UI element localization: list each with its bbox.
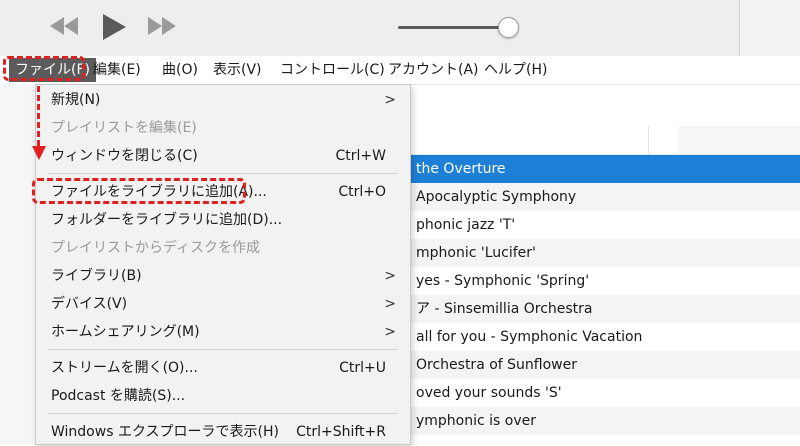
menu-item-home-sharing[interactable]: ホームシェアリング(M) > <box>36 318 410 346</box>
annotation-highlight-add-file <box>32 178 246 204</box>
menu-item-add-folder-to-library[interactable]: フォルダーをライブラリに追加(D)... <box>36 206 410 234</box>
track-row[interactable]: oved your sounds 'S' <box>410 379 800 407</box>
track-row[interactable]: mphonic 'Lucifer' <box>410 239 800 267</box>
annotation-arrow-line <box>37 86 40 146</box>
menu-view[interactable]: 表示(V) <box>213 60 262 80</box>
menu-separator <box>48 349 398 350</box>
submenu-arrow-icon: > <box>384 296 396 312</box>
menu-edit[interactable]: 編集(E) <box>93 60 141 80</box>
fast-forward-icon[interactable] <box>146 14 178 38</box>
submenu-arrow-icon: > <box>384 324 396 340</box>
rewind-icon[interactable] <box>48 14 80 38</box>
track-row[interactable]: yes - Symphonic 'Spring' <box>410 267 800 295</box>
shortcut-label: Ctrl+U <box>339 360 386 376</box>
track-row[interactable]: Apocalyptic Symphony <box>410 183 800 211</box>
shortcut-label: Ctrl+Shift+R <box>296 424 386 440</box>
menu-item-library[interactable]: ライブラリ(B) > <box>36 262 410 290</box>
player-bar <box>0 0 800 56</box>
annotation-highlight-file-menu <box>3 56 85 81</box>
menu-item-burn-playlist: プレイリストからディスクを作成 <box>51 240 261 256</box>
shortcut-label: Ctrl+O <box>338 184 386 200</box>
menu-separator <box>48 413 398 414</box>
menu-item-close-window[interactable]: ウィンドウを閉じる(C) Ctrl+W <box>36 142 410 170</box>
annotation-arrow-down-icon <box>32 146 46 160</box>
menu-item-show-in-explorer[interactable]: Windows エクスプローラで表示(H) Ctrl+Shift+R <box>36 418 410 446</box>
column-header-right <box>678 126 800 154</box>
track-row[interactable]: all for you - Symphonic Vacation <box>410 323 800 351</box>
track-row[interactable]: the Overture <box>410 155 800 183</box>
menu-controls[interactable]: コントロール(C) <box>280 60 385 80</box>
menu-item-subscribe-podcast[interactable]: Podcast を購読(S)... <box>36 382 410 410</box>
play-icon[interactable] <box>100 12 128 42</box>
submenu-arrow-icon: > <box>384 268 396 284</box>
menu-item-edit-playlist: プレイリストを編集(E) <box>51 120 197 136</box>
column-divider <box>648 126 649 154</box>
menu-help[interactable]: ヘルプ(H) <box>484 60 547 80</box>
menu-item-open-stream[interactable]: ストリームを開く(O)... Ctrl+U <box>36 354 410 382</box>
track-row[interactable]: phonic jazz 'T' <box>410 211 800 239</box>
file-menu-dropdown: 新規(N) > プレイリストを編集(E) ウィンドウを閉じる(C) Ctrl+W… <box>35 84 411 445</box>
menu-account[interactable]: アカウント(A) <box>388 60 479 80</box>
track-row[interactable]: ymphonic is over <box>410 407 800 435</box>
menu-item-new[interactable]: 新規(N) > <box>36 86 410 114</box>
track-list-header <box>410 126 800 155</box>
menu-separator <box>48 173 398 174</box>
menu-song[interactable]: 曲(O) <box>162 60 198 80</box>
submenu-arrow-icon: > <box>384 92 396 108</box>
volume-slider-knob[interactable] <box>498 17 519 38</box>
player-right-pane <box>740 0 800 56</box>
menu-item-devices[interactable]: デバイス(V) > <box>36 290 410 318</box>
menu-bar: ファイル(F) 編集(E) 曲(O) 表示(V) コントロール(C) アカウント… <box>0 56 800 85</box>
shortcut-label: Ctrl+W <box>335 148 386 164</box>
track-row[interactable]: Orchestra of Sunflower <box>410 351 800 379</box>
track-row[interactable]: ア - Sinsemillia Orchestra <box>410 295 800 323</box>
